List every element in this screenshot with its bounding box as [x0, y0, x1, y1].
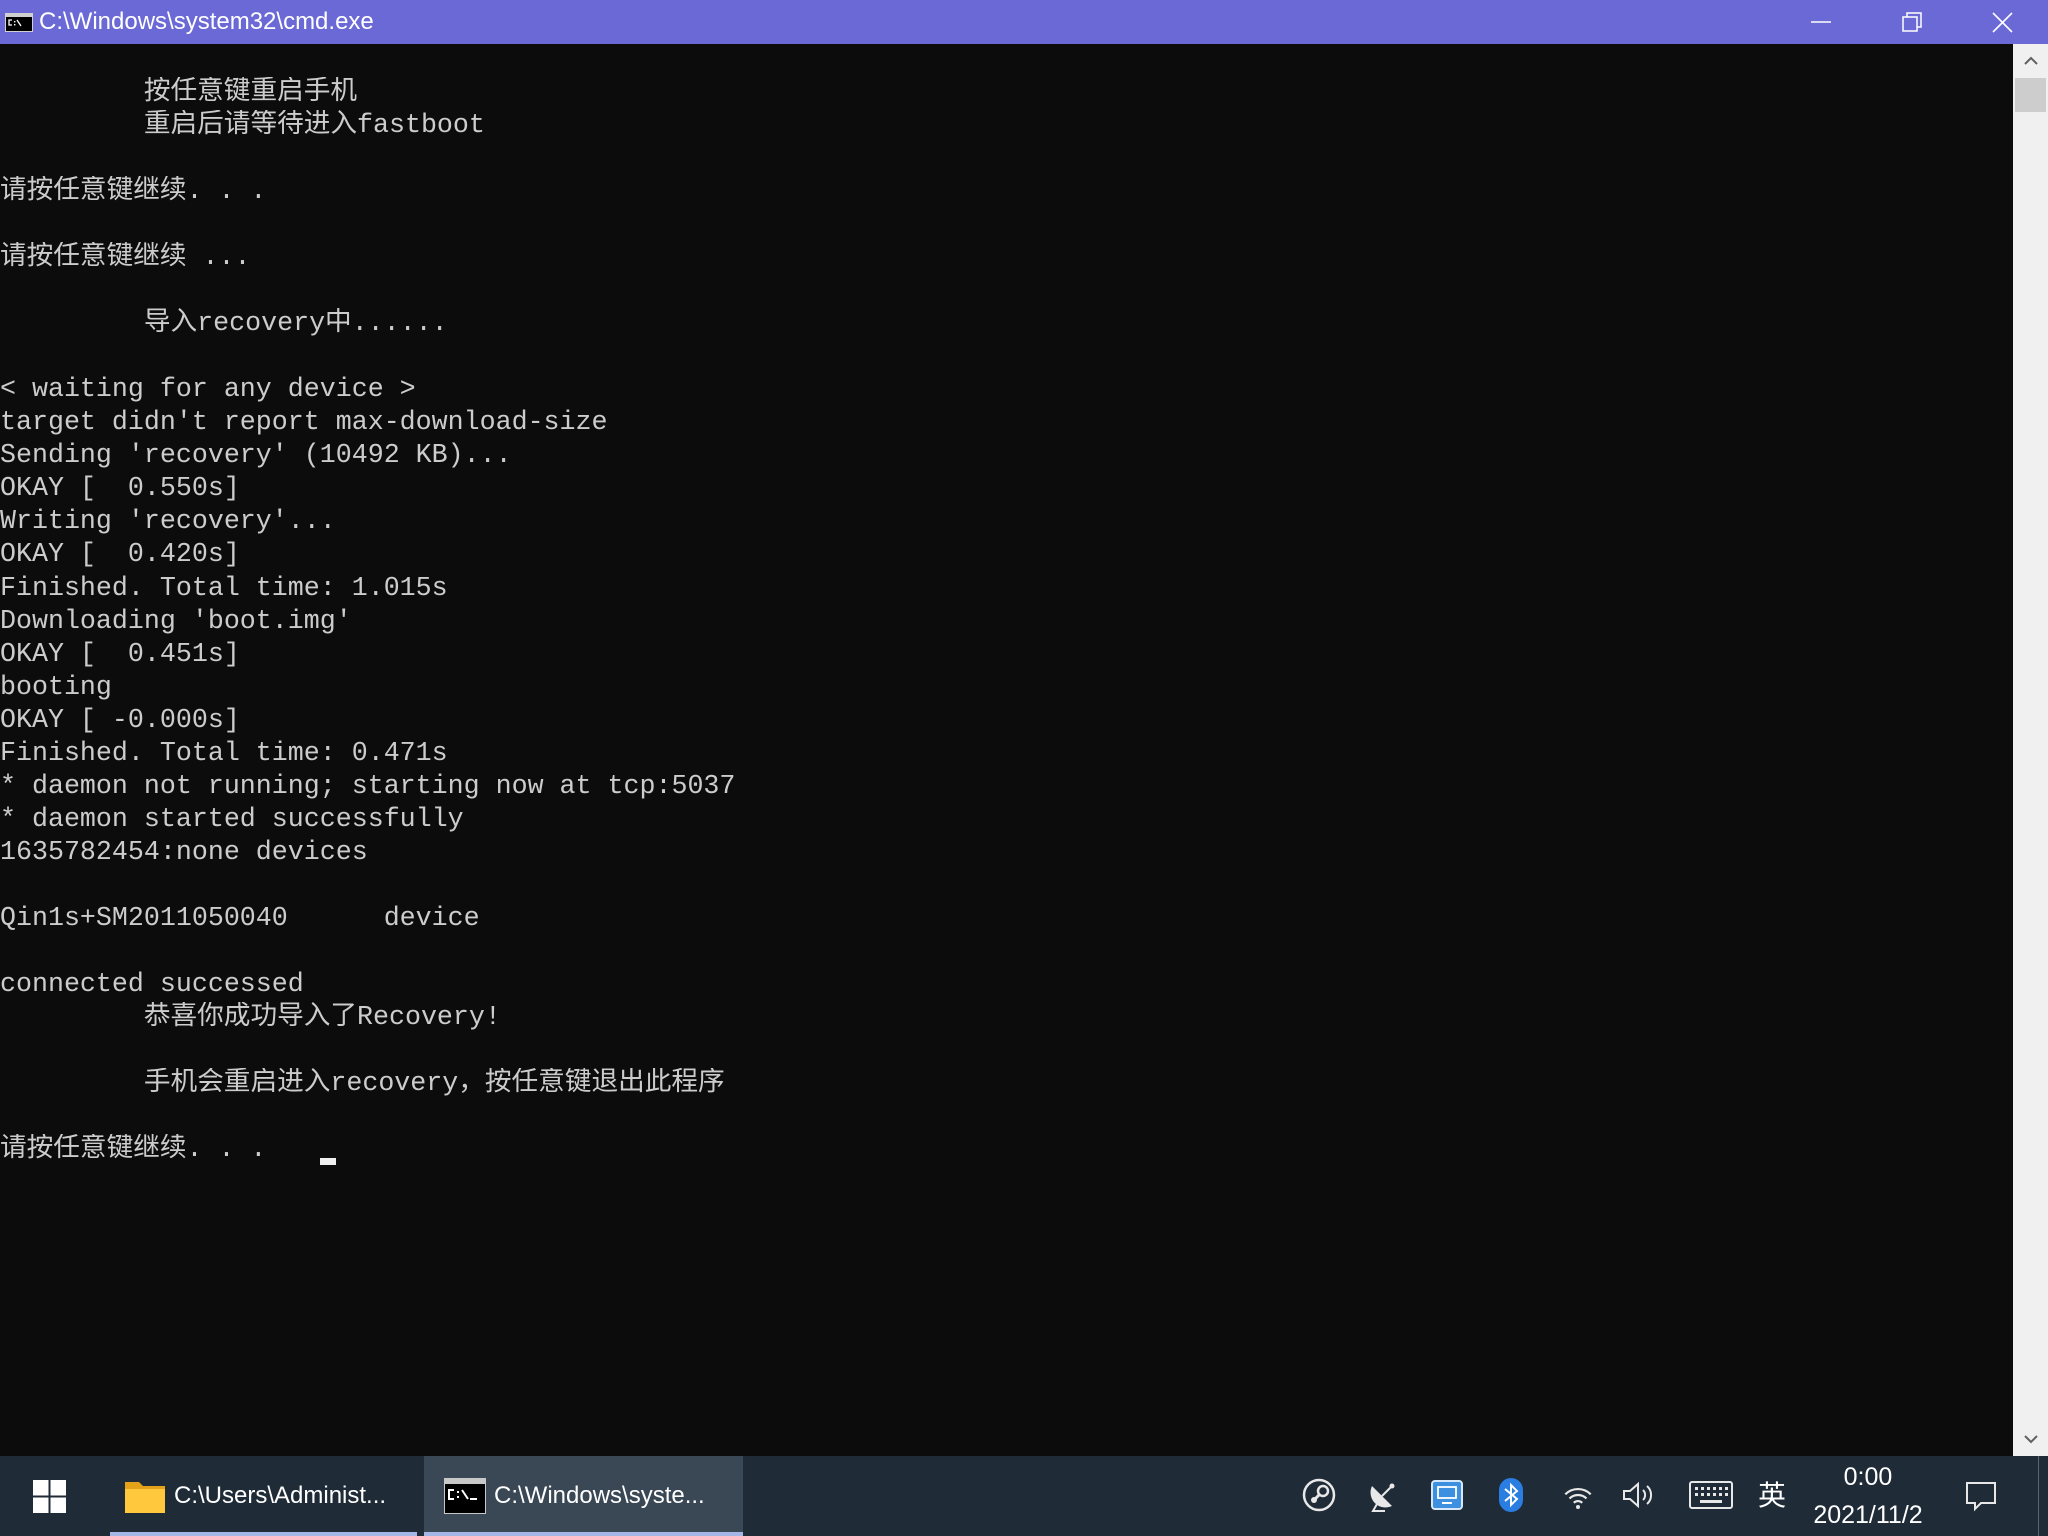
chevron-down-icon [2023, 1435, 2038, 1444]
console-line: OKAY [ -0.000s] [0, 705, 240, 736]
console-line: * daemon started successfully [0, 804, 464, 835]
console-line: OKAY [ 0.451s] [0, 639, 240, 670]
clock-date: 2021/11/2 [1813, 1501, 1923, 1529]
clock[interactable]: 0:00 2021/11/2 [1793, 1456, 1943, 1536]
console-line: 恭喜你成功导入了Recovery! [143, 1002, 501, 1033]
console-line: Sending 'recovery' (10492 KB)... [0, 441, 512, 472]
clock-time: 0:00 [1843, 1463, 1893, 1491]
console-line: OKAY [ 0.550s] [0, 474, 240, 505]
restore-icon [1901, 12, 1922, 32]
close-icon [1992, 11, 2013, 33]
minimize-button[interactable] [1775, 0, 1866, 44]
steam-icon[interactable] [1301, 1477, 1337, 1513]
satellite-dish-icon[interactable] [1365, 1477, 1401, 1513]
console-line: 请按任意键继续. . . [0, 177, 267, 208]
active-indicator [424, 1532, 743, 1536]
console-line: * daemon not running; starting now at tc… [0, 771, 736, 802]
console-line: target didn't report max-download-size [0, 408, 608, 439]
console-output[interactable]: 按任意键重启手机 重启后请等待进入fastboot 请按任意键继续. . . 请… [0, 44, 2013, 1456]
console-line: booting [0, 672, 112, 703]
scrollbar-thumb[interactable] [2015, 78, 2046, 112]
touch-keyboard-icon[interactable] [1689, 1481, 1733, 1509]
console-line: 手机会重启进入recovery，按任意键退出此程序 [143, 1068, 725, 1099]
running-indicator [110, 1532, 417, 1536]
window-title: C:\Windows\system32\cmd.exe [39, 8, 374, 35]
console-line: Writing 'recovery'... [0, 507, 336, 538]
console-line: 请按任意键继续. . . [0, 1135, 267, 1166]
title-bar[interactable]: C:\Windows\system32\cmd.exe [0, 0, 2048, 44]
app-tray-icon[interactable] [1429, 1477, 1465, 1513]
taskbar: C:\Users\Administ... C:\Windows\syste... [0, 1456, 2048, 1536]
taskbar-item-label: C:\Windows\syste... [494, 1482, 705, 1509]
console-line: connected successed [0, 969, 304, 1000]
cmd-icon[interactable] [5, 13, 33, 32]
scroll-up-button[interactable] [2013, 44, 2048, 78]
close-button[interactable] [1957, 0, 2048, 44]
show-desktop-button[interactable] [2038, 1456, 2048, 1536]
action-center-icon[interactable] [1963, 1477, 1999, 1513]
console-line: 1635782454:none devices [0, 837, 368, 868]
minimize-icon [1810, 21, 1831, 23]
console-line: < waiting for any device > [0, 375, 416, 406]
taskbar-item-label: C:\Users\Administ... [174, 1482, 387, 1509]
console-line: Qin1s+SM2011050040 device [0, 903, 480, 934]
bluetooth-icon[interactable] [1493, 1477, 1529, 1513]
console-line: 请按任意键继续 ... [0, 243, 251, 274]
text-cursor [320, 1158, 336, 1165]
input-method-indicator[interactable]: 英 [1750, 1456, 1794, 1536]
console-line: Downloading 'boot.img' [0, 606, 352, 637]
start-button[interactable] [0, 1456, 98, 1536]
volume-icon[interactable] [1620, 1477, 1656, 1513]
windows-logo-icon [32, 1479, 66, 1513]
console-line: Finished. Total time: 1.015s [0, 573, 448, 604]
wifi-icon[interactable] [1560, 1477, 1596, 1513]
console-line: 重启后请等待进入fastboot [143, 111, 485, 142]
console-line: Finished. Total time: 0.471s [0, 738, 448, 769]
cmd-icon [444, 1478, 486, 1514]
scroll-down-button[interactable] [2013, 1422, 2048, 1456]
console-line: OKAY [ 0.420s] [0, 540, 240, 571]
taskbar-item-cmd[interactable]: C:\Windows\syste... [424, 1456, 743, 1536]
restore-button[interactable] [1866, 0, 1957, 44]
chevron-up-icon [2023, 56, 2038, 65]
vertical-scrollbar[interactable] [2013, 44, 2048, 1456]
folder-icon [125, 1482, 165, 1513]
taskbar-item-explorer[interactable]: C:\Users\Administ... [104, 1456, 423, 1536]
console-line: 导入recovery中...... [143, 309, 448, 340]
console-line: 按任意键重启手机 [143, 78, 358, 109]
